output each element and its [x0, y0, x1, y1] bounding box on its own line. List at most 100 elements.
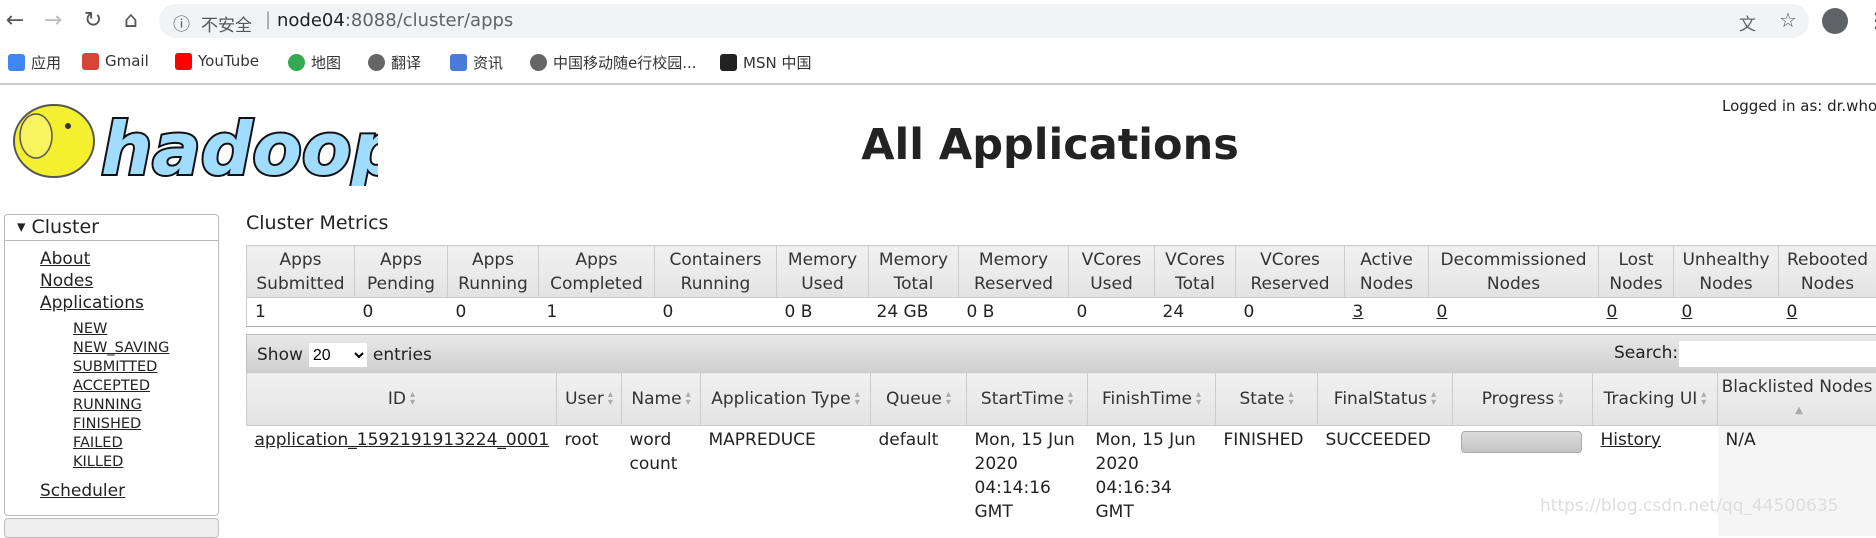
sort-icon[interactable]: ▴▾	[1558, 391, 1563, 407]
star-icon[interactable]: ☆	[1779, 8, 1797, 32]
metric-header: Rebooted Nodes	[1779, 246, 1876, 298]
sort-icon[interactable]: ▴▾	[1068, 391, 1073, 407]
column-label: Progress	[1482, 389, 1555, 409]
column-header-state[interactable]: State▴▾	[1216, 373, 1318, 426]
security-label: 不安全	[201, 11, 252, 36]
column-header-tracking-ui[interactable]: Tracking UI▴▾	[1593, 373, 1718, 426]
column-header-name[interactable]: Name ▴▾	[622, 373, 701, 426]
sort-asc-icon[interactable]: ▲	[1795, 407, 1803, 415]
column-label: StartTime	[981, 389, 1064, 409]
column-header-starttime[interactable]: StartTime▴▾	[967, 373, 1088, 426]
sort-icon[interactable]: ▴▾	[1701, 391, 1706, 407]
sort-icon[interactable]: ▴▾	[1196, 391, 1201, 407]
metric-link[interactable]: 0	[1607, 302, 1618, 322]
address-bar[interactable]: ⓘ 不安全 | node04:8088/cluster/apps 文 ☆	[159, 4, 1809, 38]
sidebar-link-scheduler[interactable]: Scheduler	[40, 481, 125, 501]
sort-icon[interactable]: ▴▾	[608, 391, 613, 407]
bookmark-item[interactable]: 翻译	[368, 52, 421, 73]
column-label: Name	[631, 389, 681, 409]
column-header-progress[interactable]: Progress▴▾	[1453, 373, 1593, 426]
bookmark-item[interactable]: Gmail	[82, 52, 149, 70]
entries-select[interactable]: 20	[309, 343, 367, 367]
show-label: Show	[257, 345, 303, 365]
sidebar-state-finished[interactable]: FINISHED	[73, 416, 141, 432]
column-header-id[interactable]: ID▴▾	[247, 373, 557, 426]
sort-icon[interactable]: ▴▾	[686, 391, 691, 407]
bookmark-label: 翻译	[391, 52, 421, 73]
sort-icon[interactable]: ▴▾	[855, 391, 860, 407]
browser-toolbar: ← → ↻ ⌂ ⓘ 不安全 | node04:8088/cluster/apps…	[0, 0, 1876, 42]
bookmark-label: Gmail	[105, 52, 149, 70]
sidebar-link-applications[interactable]: Applications	[40, 293, 144, 313]
entries-label: entries	[373, 345, 432, 365]
apps-grid-icon	[8, 54, 25, 71]
translate-icon[interactable]: 文	[1739, 10, 1756, 35]
column-label: State	[1239, 389, 1284, 409]
column-header-application-type[interactable]: Application Type▴▾	[701, 373, 871, 426]
sort-icon[interactable]: ▴▾	[946, 391, 951, 407]
application-id-link[interactable]: application_1592191913224_0001	[255, 430, 550, 450]
metric-link[interactable]: 0	[1682, 302, 1693, 322]
sidebar-state-killed[interactable]: KILLED	[73, 454, 123, 470]
sidebar-state-new_saving[interactable]: NEW_SAVING	[73, 340, 169, 356]
metric-header: Apps Submitted	[247, 246, 355, 298]
sidebar-link-nodes[interactable]: Nodes	[40, 271, 93, 291]
gmail-icon	[82, 53, 99, 70]
sidebar-state-running[interactable]: RUNNING	[73, 397, 142, 413]
forward-icon[interactable]: →	[38, 8, 68, 33]
sidebar-section-header[interactable]: ▼ Cluster	[5, 215, 218, 241]
column-label: Tracking UI	[1604, 389, 1698, 409]
sidebar-state-failed[interactable]: FAILED	[73, 435, 123, 451]
sidebar-tools[interactable]	[4, 518, 219, 538]
sort-icon[interactable]: ▴▾	[1431, 391, 1436, 407]
sidebar-link-about[interactable]: About	[40, 249, 90, 269]
sidebar-state-submitted[interactable]: SUBMITTED	[73, 359, 157, 375]
metric-header: Containers Running	[655, 246, 777, 298]
column-header-finishtime[interactable]: FinishTime▴▾	[1088, 373, 1216, 426]
metric-header: Memory Reserved	[959, 246, 1069, 298]
sidebar-state-new[interactable]: NEW	[73, 321, 107, 337]
menu-icon[interactable]: ⋮	[1866, 8, 1876, 32]
metric-link[interactable]: 0	[1437, 302, 1448, 322]
sort-icon[interactable]: ▴▾	[410, 391, 415, 407]
bookmark-item[interactable]: 地图	[288, 52, 341, 73]
bookmark-item[interactable]: MSN 中国	[720, 52, 811, 73]
info-icon[interactable]: ⓘ	[173, 10, 190, 35]
bookmarks-bar: 应用 Gmail YouTube 地图 翻译 资讯 中国移动随e行校园... MSN 中国	[0, 42, 1876, 82]
metric-value: 0	[1779, 298, 1876, 327]
bookmark-item[interactable]: 应用	[8, 52, 61, 73]
sidebar-state-accepted[interactable]: ACCEPTED	[73, 378, 150, 394]
profile-avatar[interactable]	[1822, 8, 1848, 34]
bookmark-item[interactable]: 资讯	[450, 52, 503, 73]
column-header-queue[interactable]: Queue▴▾	[871, 373, 967, 426]
cell-queue: default	[871, 426, 967, 536]
metric-link[interactable]: 0	[1787, 302, 1798, 322]
metric-value: 1	[247, 298, 355, 327]
divider	[0, 83, 1876, 85]
sort-icon[interactable]: ▴▾	[1288, 391, 1293, 407]
watermark: https://blog.csdn.net/qq_44500635	[1540, 496, 1838, 516]
cluster-metrics-table: Apps SubmittedApps PendingApps RunningAp…	[246, 245, 1876, 327]
column-header-blacklisted-nodes[interactable]: Blacklisted Nodes▲	[1718, 373, 1876, 426]
table-row: application_1592191913224_0001rootword c…	[247, 426, 1876, 536]
progress-fill	[1462, 432, 1581, 452]
reload-icon[interactable]: ↻	[78, 8, 108, 33]
metric-link[interactable]: 3	[1353, 302, 1364, 322]
globe-icon	[530, 54, 547, 71]
column-header-finalstatus[interactable]: FinalStatus▴▾	[1318, 373, 1453, 426]
bookmark-item[interactable]: 中国移动随e行校园...	[530, 52, 697, 73]
bookmark-label: 中国移动随e行校园...	[553, 52, 697, 73]
bookmark-item[interactable]: YouTube	[175, 52, 259, 70]
column-label: Queue	[886, 389, 942, 409]
search-input[interactable]	[1679, 341, 1876, 367]
url-text[interactable]: node04:8088/cluster/apps	[277, 10, 513, 31]
home-icon[interactable]: ⌂	[116, 8, 146, 33]
metric-value: 1	[539, 298, 655, 327]
tracking-ui-link[interactable]: History	[1601, 430, 1661, 450]
back-icon[interactable]: ←	[0, 8, 30, 33]
column-header-user[interactable]: User▴▾	[557, 373, 622, 426]
cell-id: application_1592191913224_0001	[247, 426, 557, 536]
metric-value: 0	[1599, 298, 1674, 327]
bookmark-label: 资讯	[473, 52, 503, 73]
metric-value: 24 GB	[869, 298, 959, 327]
